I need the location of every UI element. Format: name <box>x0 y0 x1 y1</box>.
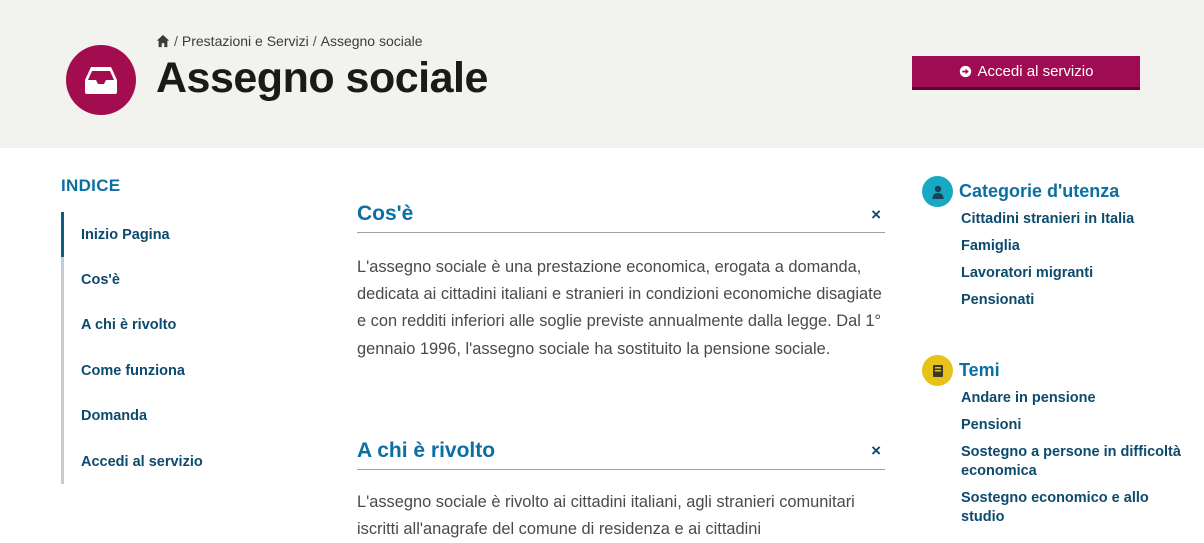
section-title: A chi è rivolto <box>357 438 496 462</box>
index-title: INDICE <box>61 176 121 195</box>
sidebar-categories-badge <box>922 176 953 207</box>
inbox-tray-icon <box>85 67 117 94</box>
sidebar-categories-title: Categorie d'utenza <box>959 181 1120 201</box>
section-header-cos-e[interactable]: Cos'è × <box>357 196 885 233</box>
breadcrumb-separator: / <box>312 33 317 49</box>
service-icon-badge <box>66 45 136 115</box>
sidebar-themes: Temi Andare in pensione Pensioni Sostegn… <box>922 355 1191 527</box>
index-item-accedi-al-servizio[interactable]: Accedi al servizio <box>61 438 261 485</box>
section-header-a-chi-e-rivolto[interactable]: A chi è rivolto × <box>357 432 885 470</box>
index-item-a-chi-e-rivolto[interactable]: A chi è rivolto <box>61 302 261 349</box>
sidebar-link-pensioni[interactable]: Pensioni <box>961 416 1191 435</box>
sidebar-link-lavoratori-migranti[interactable]: Lavoratori migranti <box>961 264 1191 283</box>
sidebar-themes-header: Temi <box>922 355 1191 386</box>
sidebar-link-andare-in-pensione[interactable]: Andare in pensione <box>961 389 1191 408</box>
breadcrumb-item-prestazioni[interactable]: Prestazioni e Servizi <box>182 33 309 49</box>
index-item-inizio-pagina[interactable]: Inizio Pagina <box>61 212 261 258</box>
breadcrumb: / Prestazioni e Servizi / Assegno social… <box>156 33 423 49</box>
sidebar-themes-badge <box>922 355 953 386</box>
section-text-a-chi-e-rivolto: L'assegno sociale è rivolto ai cittadini… <box>357 493 855 539</box>
home-icon[interactable] <box>156 34 170 48</box>
sidebar-link-famiglia[interactable]: Famiglia <box>961 237 1191 256</box>
sidebar-link-pensionati[interactable]: Pensionati <box>961 291 1191 310</box>
index-item-come-funziona[interactable]: Come funziona <box>61 348 261 394</box>
sidebar-categories-header: Categorie d'utenza <box>922 176 1191 207</box>
user-icon <box>932 185 943 199</box>
sidebar-categories: Categorie d'utenza Cittadini stranieri i… <box>922 176 1191 310</box>
sidebar-themes-title: Temi <box>959 360 1000 380</box>
access-service-label: Accedi al servizio <box>977 63 1094 80</box>
breadcrumb-item-current: Assegno sociale <box>320 33 423 49</box>
close-icon[interactable]: × <box>871 206 885 223</box>
close-icon[interactable]: × <box>871 442 885 459</box>
section-text-cos-e: L'assegno sociale è una prestazione econ… <box>357 258 882 358</box>
sidebar-categories-links: Cittadini stranieri in Italia Famiglia L… <box>922 210 1191 310</box>
sidebar-link-sostegno-economico-studio[interactable]: Sostegno economico e allo studio <box>961 489 1191 527</box>
arrow-circle-right-icon <box>959 65 971 78</box>
book-icon <box>932 364 943 377</box>
access-service-button[interactable]: Accedi al servizio <box>912 56 1140 90</box>
sidebar-link-cittadini-stranieri[interactable]: Cittadini stranieri in Italia <box>961 210 1191 229</box>
sidebar-link-sostegno-difficolta[interactable]: Sostegno a persone in difficoltà economi… <box>961 443 1191 481</box>
index-item-cos-e[interactable]: Cos'è <box>61 257 261 303</box>
sidebar-themes-links: Andare in pensione Pensioni Sostegno a p… <box>922 389 1191 527</box>
section-title: Cos'è <box>357 202 414 225</box>
page-title: Assegno sociale <box>156 54 488 102</box>
index-item-domanda[interactable]: Domanda <box>61 393 261 439</box>
breadcrumb-separator: / <box>174 33 178 49</box>
index-list: Inizio Pagina Cos'è A chi è rivolto Come… <box>61 212 261 485</box>
